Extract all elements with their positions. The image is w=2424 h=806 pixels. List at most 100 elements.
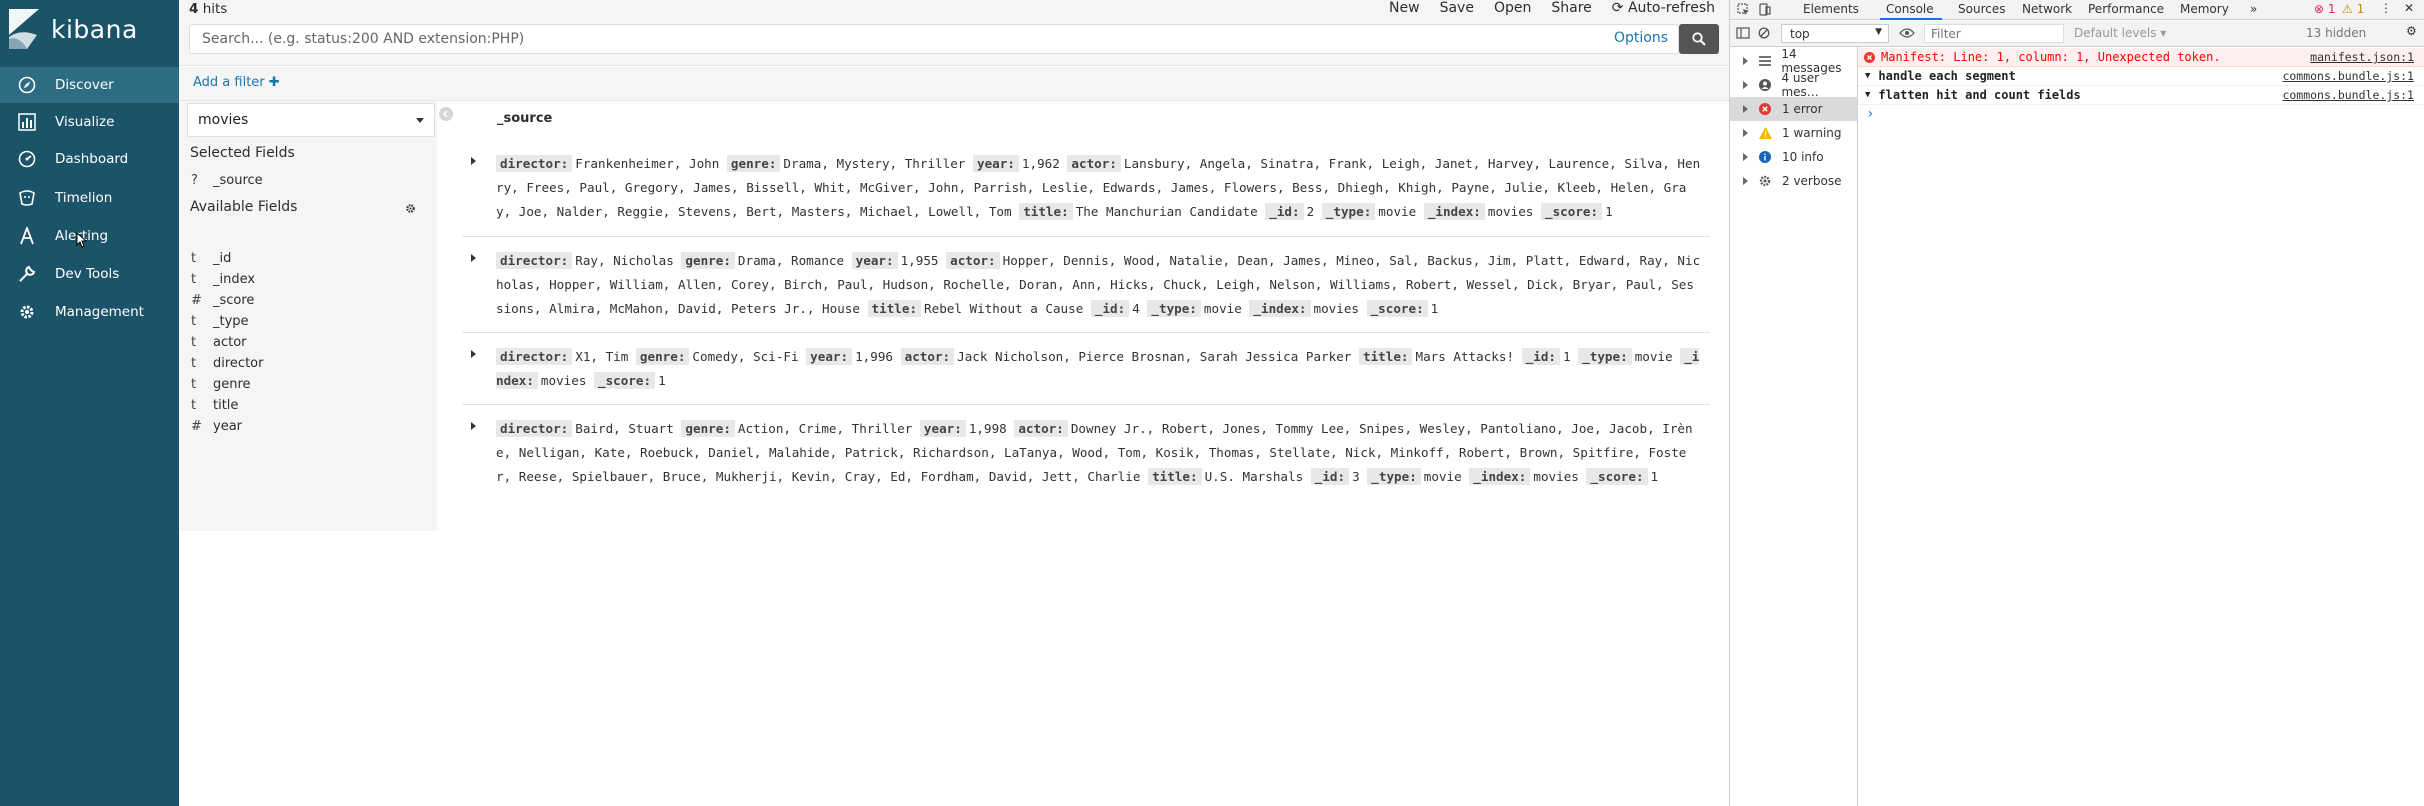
tab-performance[interactable]: Performance (2088, 2, 2164, 16)
nav-item-visualize[interactable]: Visualize (0, 104, 179, 140)
auto-refresh-label: Auto-refresh (1627, 0, 1715, 16)
field-value: The Manchurian Candidate (1075, 204, 1258, 219)
auto-refresh-button[interactable]: ⟳ Auto-refresh (1612, 0, 1715, 16)
tab-memory[interactable]: Memory (2180, 2, 2229, 16)
nav-label: Discover (55, 77, 114, 93)
field-item-source[interactable]: ? _source (191, 173, 263, 188)
console-filter-messages[interactable]: 14 messages (1730, 47, 1857, 75)
nav-item-timelion[interactable]: Timelion (0, 180, 179, 216)
field-item[interactable]: t _index (191, 272, 255, 287)
inspect-element-icon[interactable] (1737, 3, 1750, 16)
field-item[interactable]: t director (191, 356, 263, 371)
expand-row-icon[interactable] (471, 157, 476, 165)
refresh-icon: ⟳ (1611, 0, 1624, 16)
error-count-badge[interactable]: ⊗ 1 (2314, 2, 2336, 16)
error-icon: ⊗ (2314, 2, 2325, 16)
search-button[interactable] (1679, 24, 1719, 54)
log-source-link[interactable]: commons.bundle.js:1 (2282, 69, 2414, 83)
console-group[interactable]: ▼ handle each segment commons.bundle.js:… (1858, 67, 2424, 86)
expand-row-icon[interactable] (471, 350, 476, 358)
tab-console[interactable]: Console (1886, 2, 1934, 16)
nav-item-dev-tools[interactable]: Dev Tools (0, 256, 179, 292)
save-button[interactable]: Save (1440, 0, 1474, 16)
log-levels-label: Default levels (2074, 26, 2157, 40)
list-icon (1758, 54, 1771, 68)
field-key: director: (496, 420, 573, 437)
search-input[interactable] (190, 25, 1600, 53)
field-name: title (213, 398, 239, 413)
add-filter-link[interactable]: Add a filter ✚ (193, 75, 280, 90)
field-key: _id: (1090, 300, 1130, 317)
console-filter-errors[interactable]: 1 error (1730, 97, 1857, 121)
log-source-link[interactable]: manifest.json:1 (2310, 50, 2414, 64)
table-row[interactable]: director: Baird, Stuart genre: Action, Cri… (462, 404, 1710, 500)
hits-counter: 4 hits (189, 1, 227, 17)
field-value: 1,996 (855, 349, 894, 364)
collapse-sidebar-button[interactable] (439, 107, 453, 121)
field-value: Drama, Romance (737, 253, 845, 268)
tab-sources[interactable]: Sources (1958, 2, 2005, 16)
wrench-icon (17, 264, 37, 284)
kibana-logo[interactable]: kibana (9, 6, 138, 52)
console-message-error[interactable]: Manifest: Line: 1, column: 1, Unexpected… (1858, 48, 2424, 67)
expand-row-icon[interactable] (471, 254, 476, 262)
warning-count-badge[interactable]: ⚠ 1 (2342, 2, 2364, 16)
console-filter-info[interactable]: 10 info (1730, 145, 1857, 169)
field-key: _type: (1321, 203, 1376, 220)
share-button[interactable]: Share (1551, 0, 1591, 16)
field-key: _score: (1366, 300, 1428, 317)
table-row[interactable]: director: Ray, Nicholas genre: Drama, Roma… (462, 236, 1710, 332)
options-link[interactable]: Options (1614, 30, 1668, 46)
field-value: Frankenheimer, John (575, 156, 720, 171)
kebab-menu-icon[interactable]: ⋮ (2380, 1, 2392, 15)
gear-icon[interactable] (405, 203, 416, 214)
table-row[interactable]: director: X1, Tim genre: Comedy, Sci-Fi ye… (462, 332, 1710, 404)
sidebar-toggle-icon[interactable] (1736, 27, 1750, 39)
field-type-icon: t (191, 314, 197, 329)
eye-icon[interactable] (1899, 28, 1915, 38)
expand-row-icon[interactable] (471, 422, 476, 430)
more-tabs-button[interactable]: » (2250, 2, 2257, 16)
field-item[interactable]: # year (191, 419, 242, 434)
nav-item-management[interactable]: Management (0, 294, 179, 330)
field-type-icon: t (191, 398, 197, 413)
field-item[interactable]: t _id (191, 251, 231, 266)
clear-console-icon[interactable] (1758, 27, 1770, 39)
table-row[interactable]: director: Frankenheimer, John genre: Drama… (462, 140, 1710, 236)
field-value: movies (1487, 204, 1534, 219)
field-item[interactable]: t actor (191, 335, 247, 350)
field-value: Mars Attacks! (1415, 349, 1515, 364)
field-key: director: (496, 155, 573, 172)
user-icon (1758, 78, 1771, 92)
console-filter-warnings[interactable]: 1 warning (1730, 121, 1857, 145)
console-filter-input[interactable] (1924, 24, 2064, 43)
console-group[interactable]: ▼ flatten hit and count fields commons.b… (1858, 86, 2424, 105)
console-filter-user-messages[interactable]: 4 user mes… (1730, 71, 1857, 99)
open-button[interactable]: Open (1494, 0, 1531, 16)
field-item[interactable]: t genre (191, 377, 251, 392)
field-key: _id: (1310, 468, 1350, 485)
documents-table: _source director: Frankenheimer, John gen… (462, 101, 1729, 806)
tab-elements[interactable]: Elements (1803, 2, 1859, 16)
close-icon[interactable]: ✕ (2404, 1, 2414, 15)
nav-item-dashboard[interactable]: Dashboard (0, 141, 179, 177)
console-filter-verbose[interactable]: 2 verbose (1730, 169, 1857, 193)
nav-item-alerting[interactable]: Alerting (0, 218, 179, 254)
field-sidebar: movies Selected Fields ? _source Availab… (179, 101, 437, 531)
field-item[interactable]: # _score (191, 293, 254, 308)
field-item[interactable]: t _type (191, 314, 249, 329)
console-settings-icon[interactable]: ⚙ (2406, 24, 2417, 38)
tab-network[interactable]: Network (2022, 2, 2072, 16)
nav-item-discover[interactable]: Discover (0, 67, 179, 103)
context-select[interactable]: top ▼ (1781, 24, 1889, 43)
chevron-left-icon (442, 110, 448, 118)
log-levels-select[interactable]: Default levels ▾ (2074, 26, 2166, 40)
group-expanded-icon: ▼ (1865, 71, 1871, 81)
available-fields-title: Available Fields (190, 199, 298, 215)
new-button[interactable]: New (1389, 0, 1420, 16)
index-pattern-select[interactable]: movies (187, 103, 435, 137)
device-toolbar-icon[interactable] (1758, 3, 1771, 16)
console-prompt[interactable]: › (1866, 106, 1874, 122)
field-item[interactable]: t title (191, 398, 238, 413)
log-source-link[interactable]: commons.bundle.js:1 (2282, 88, 2414, 102)
